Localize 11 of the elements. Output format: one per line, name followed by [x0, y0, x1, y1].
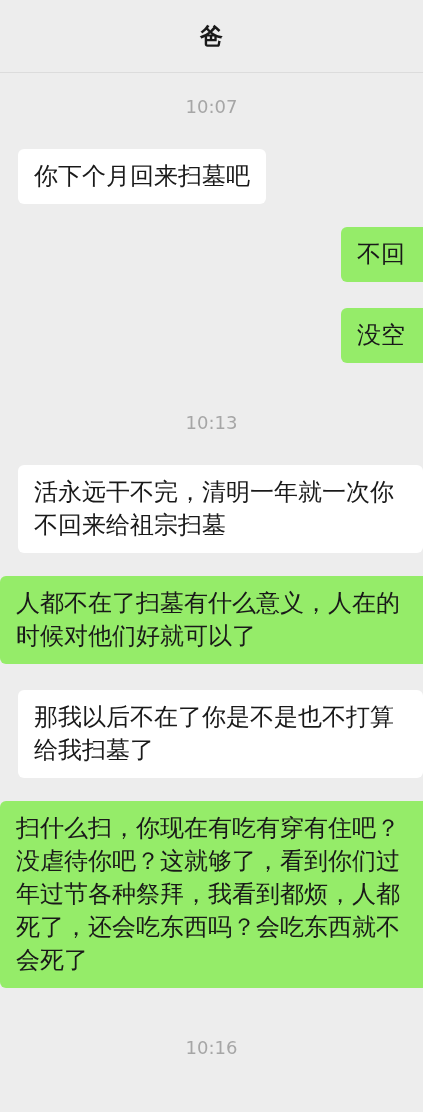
- timestamp: 10:07: [185, 96, 238, 118]
- message-bubble: 扫什么扫，你现在有吃有穿有住吧？没虐待你吧？这就够了，看到你们过年过节各种祭拜，我看到都烦，人都死了，还会吃东西吗？会吃东西就不会死了: [0, 801, 423, 988]
- message-bubble: 不回: [341, 227, 423, 282]
- message-bubble: 没空: [341, 308, 423, 363]
- timestamp: 10:16: [185, 1037, 238, 1059]
- timestamp: 10:13: [185, 412, 238, 434]
- message-bubble: 那我以后不在了你是不是也不打算给我扫墓了: [18, 690, 423, 778]
- message-bubble: 你下个月回来扫墓吧: [18, 149, 266, 204]
- message-bubble: 活永远干不完，清明一年就一次你不回来给祖宗扫墓: [18, 465, 423, 553]
- message-bubble: 人都不在了扫墓有什么意义，人在的时候对他们好就可以了: [0, 576, 423, 664]
- chat-title: 爸: [200, 21, 223, 51]
